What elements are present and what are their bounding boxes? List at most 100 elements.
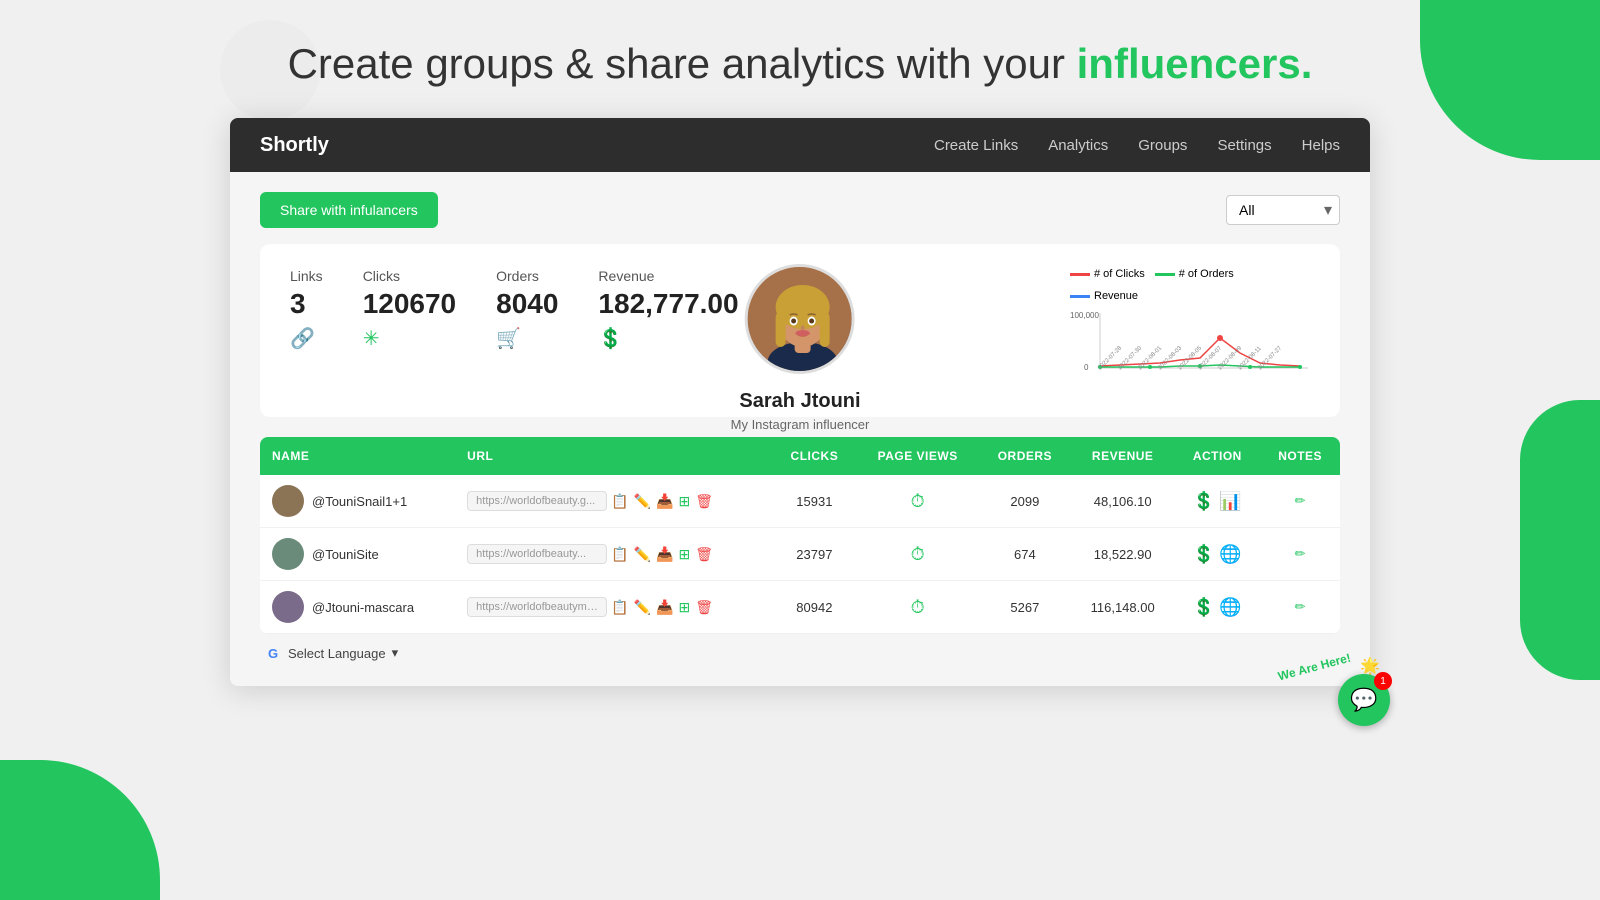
- navbar: Shortly Create Links Analytics Groups Se…: [230, 118, 1370, 172]
- row2-name: @TouniSite: [260, 528, 455, 581]
- col-notes: NOTES: [1260, 437, 1340, 475]
- row1-pageviews: ⏱: [856, 475, 978, 528]
- row3-notes[interactable]: ✏: [1260, 581, 1340, 634]
- copy-icon[interactable]: 📋: [611, 493, 628, 510]
- nav-settings[interactable]: Settings: [1217, 137, 1271, 154]
- table-header: NAME URL CLICKS PAGE VIEWS ORDERS REVENU…: [260, 437, 1340, 475]
- revenue-value: 182,777.00: [598, 288, 738, 320]
- nav-helps[interactable]: Helps: [1302, 137, 1340, 154]
- row3-name: @Jtouni-mascara: [260, 581, 455, 634]
- qr-icon[interactable]: ⊞: [678, 493, 690, 510]
- avatar: [745, 264, 855, 374]
- notes-icon[interactable]: ✏: [1295, 493, 1306, 508]
- chat-badge: 1: [1374, 672, 1392, 690]
- legend-orders-label: # of Orders: [1179, 268, 1234, 280]
- delete-icon[interactable]: 🗑: [695, 599, 713, 616]
- edit-icon[interactable]: ✏️: [634, 493, 651, 510]
- filter-select[interactable]: All This Week This Month This Year: [1226, 195, 1340, 225]
- select-language-label[interactable]: Select Language: [288, 646, 386, 661]
- delete-icon[interactable]: 🗑: [695, 546, 713, 563]
- globe-icon[interactable]: 🌐: [1219, 544, 1241, 565]
- table-row: @TouniSnail1+1 https://worldofbeauty.g..…: [260, 475, 1340, 528]
- row2-url: https://worldofbeauty... 📋 ✏️ 📥 ⊞ 🗑: [455, 528, 772, 581]
- stat-links: Links 3 🔗: [290, 268, 323, 351]
- row3-clicks: 80942: [772, 581, 856, 634]
- revenue-action-icon[interactable]: 💲: [1193, 597, 1215, 618]
- nav-analytics[interactable]: Analytics: [1048, 137, 1108, 154]
- row1-notes[interactable]: ✏: [1260, 475, 1340, 528]
- chart-action-icon[interactable]: 📊: [1219, 491, 1241, 512]
- row3-url-actions: 📋 ✏️ 📥 ⊞ 🗑: [611, 599, 713, 616]
- clicks-label: Clicks: [363, 268, 400, 284]
- qr-icon[interactable]: ⊞: [678, 546, 690, 563]
- bg-decoration-bottom-left: [0, 760, 160, 900]
- copy-icon[interactable]: 📋: [611, 599, 628, 616]
- legend-clicks-label: # of Clicks: [1094, 268, 1145, 280]
- page-headline: Create groups & share analytics with you…: [288, 40, 1313, 88]
- globe-icon[interactable]: 🌐: [1219, 597, 1241, 618]
- share-button[interactable]: Share with infulancers: [260, 192, 438, 228]
- language-chevron-icon[interactable]: ▾: [392, 645, 399, 661]
- pageview-icon: ⏱: [911, 597, 925, 617]
- chat-icon: 💬: [1350, 687, 1377, 713]
- download-icon[interactable]: 📥: [656, 599, 673, 616]
- copy-icon[interactable]: 📋: [611, 546, 628, 563]
- legend-orders-line: [1155, 273, 1175, 276]
- revenue-action-icon[interactable]: 💲: [1193, 544, 1215, 565]
- clicks-icon: ✳: [363, 326, 380, 351]
- download-icon[interactable]: 📥: [656, 493, 673, 510]
- row3-action: 💲 🌐: [1174, 581, 1260, 634]
- row2-orders: 674: [979, 528, 1071, 581]
- nav-create-links[interactable]: Create Links: [934, 137, 1018, 154]
- table-row: @TouniSite https://worldofbeauty... 📋 ✏️…: [260, 528, 1340, 581]
- chart-legend: # of Clicks # of Orders Revenue: [1070, 268, 1310, 302]
- nav-groups[interactable]: Groups: [1138, 137, 1187, 154]
- google-icon: G: [264, 644, 282, 662]
- links-value: 3: [290, 288, 306, 320]
- col-clicks: CLICKS: [772, 437, 856, 475]
- row3-orders: 5267: [979, 581, 1071, 634]
- row3-pageviews: ⏱: [856, 581, 978, 634]
- row1-avatar: [272, 485, 304, 517]
- top-bar: Share with infulancers All This Week Thi…: [260, 192, 1340, 228]
- stat-orders: Orders 8040 🛒: [496, 268, 558, 351]
- row1-name: @TouniSnail1+1: [260, 475, 455, 528]
- notes-icon[interactable]: ✏: [1295, 546, 1306, 561]
- edit-icon[interactable]: ✏️: [634, 599, 651, 616]
- qr-icon[interactable]: ⊞: [678, 599, 690, 616]
- revenue-action-icon[interactable]: 💲: [1193, 491, 1215, 512]
- chat-button[interactable]: 💬 1: [1338, 674, 1390, 726]
- edit-icon[interactable]: ✏️: [634, 546, 651, 563]
- revenue-icon: 💲: [598, 326, 623, 351]
- row2-notes[interactable]: ✏: [1260, 528, 1340, 581]
- profile-center: Sarah Jtouni My Instagram influencer: [731, 264, 870, 432]
- legend-revenue-line: [1070, 295, 1090, 298]
- col-name: NAME: [260, 437, 455, 475]
- stats-section: Links 3 🔗 Clicks 120670 ✳ Orders 8040 🛒: [290, 268, 1030, 351]
- revenue-label: Revenue: [598, 268, 654, 284]
- bottom-bar: G Select Language ▾: [260, 634, 1340, 666]
- delete-icon[interactable]: 🗑: [695, 493, 713, 510]
- content-area: Share with infulancers All This Week Thi…: [230, 172, 1370, 686]
- app-window: Shortly Create Links Analytics Groups Se…: [230, 118, 1370, 686]
- row2-clicks: 23797: [772, 528, 856, 581]
- row1-clicks: 15931: [772, 475, 856, 528]
- legend-revenue: Revenue: [1070, 290, 1138, 302]
- row3-revenue: 116,148.00: [1071, 581, 1175, 634]
- row3-avatar: [272, 591, 304, 623]
- col-pageviews: PAGE VIEWS: [856, 437, 978, 475]
- we-are-here-label: We Are Here! 🌟: [1277, 656, 1380, 676]
- profile-subtitle: My Instagram influencer: [731, 417, 870, 432]
- links-label: Links: [290, 268, 323, 284]
- mini-chart: 100,000 0: [1070, 308, 1310, 388]
- svg-text:0: 0: [1084, 363, 1089, 372]
- clicks-value: 120670: [363, 288, 456, 320]
- legend-clicks: # of Clicks: [1070, 268, 1145, 280]
- col-revenue: REVENUE: [1071, 437, 1175, 475]
- legend-revenue-label: Revenue: [1094, 290, 1138, 302]
- stat-clicks: Clicks 120670 ✳: [363, 268, 456, 351]
- row2-revenue: 18,522.90: [1071, 528, 1175, 581]
- download-icon[interactable]: 📥: [656, 546, 673, 563]
- row1-url-actions: 📋 ✏️ 📥 ⊞ 🗑: [611, 493, 713, 510]
- notes-icon[interactable]: ✏: [1295, 599, 1306, 614]
